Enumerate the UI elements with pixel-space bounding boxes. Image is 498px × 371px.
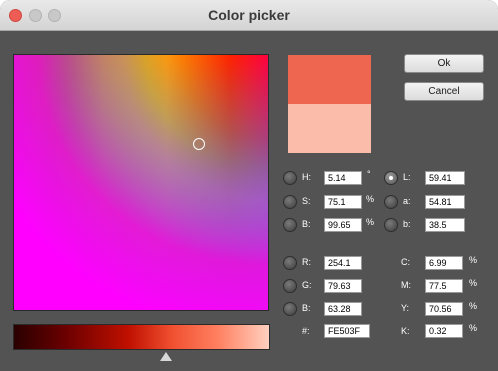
yellow-label: Y: xyxy=(401,303,410,313)
hue-label: H: xyxy=(302,172,311,182)
hex-field[interactable]: FE503F xyxy=(324,324,370,338)
b-channel-radio[interactable] xyxy=(384,218,398,232)
black-unit: % xyxy=(469,323,478,333)
color-picker-window: Color picker Ok Cancel H: 5.14 ° S: 75.1… xyxy=(0,0,498,371)
saturation-label: S: xyxy=(302,196,311,206)
hue-unit: ° xyxy=(367,169,371,179)
current-color-swatch xyxy=(288,104,371,153)
title-bar: Color picker xyxy=(0,0,498,31)
window-title: Color picker xyxy=(208,7,290,23)
color-field-tint xyxy=(14,55,268,310)
cyan-unit: % xyxy=(469,255,478,265)
brightness-radio[interactable] xyxy=(283,218,297,232)
saturation-unit: % xyxy=(366,194,375,204)
black-field[interactable]: 0.32 xyxy=(425,324,463,338)
hue-field[interactable]: 5.14 xyxy=(324,171,362,185)
yellow-field[interactable]: 70.56 xyxy=(425,302,463,316)
blue-field[interactable]: 63.28 xyxy=(324,302,362,316)
a-channel-label: a: xyxy=(403,196,411,206)
color-field-cursor[interactable] xyxy=(193,138,205,150)
black-label: K: xyxy=(401,326,410,336)
magenta-unit: % xyxy=(469,278,478,288)
green-label: G: xyxy=(302,280,312,290)
blue-radio[interactable] xyxy=(283,302,297,316)
slider-thumb-icon[interactable] xyxy=(160,352,172,361)
red-radio[interactable] xyxy=(283,256,297,270)
lightness-slider[interactable] xyxy=(13,324,270,350)
red-label: R: xyxy=(302,257,311,267)
brightness-field[interactable]: 99.65 xyxy=(324,218,362,232)
saturation-field[interactable]: 75.1 xyxy=(324,195,362,209)
magenta-field[interactable]: 77.5 xyxy=(425,279,463,293)
cyan-label: C: xyxy=(401,257,410,267)
red-field[interactable]: 254.1 xyxy=(324,256,362,270)
color-field[interactable] xyxy=(13,54,269,311)
saturation-radio[interactable] xyxy=(283,195,297,209)
cancel-button[interactable]: Cancel xyxy=(404,82,484,101)
lightness-radio[interactable] xyxy=(384,171,398,185)
a-channel-field[interactable]: 54.81 xyxy=(425,195,465,209)
yellow-unit: % xyxy=(469,301,478,311)
a-channel-radio[interactable] xyxy=(384,195,398,209)
b-channel-field[interactable]: 38.5 xyxy=(425,218,465,232)
lightness-field[interactable]: 59.41 xyxy=(425,171,465,185)
brightness-unit: % xyxy=(366,217,375,227)
magenta-label: M: xyxy=(401,280,411,290)
b-channel-label: b: xyxy=(403,219,411,229)
ok-button[interactable]: Ok xyxy=(404,54,484,73)
hex-label: #: xyxy=(302,326,310,336)
brightness-label: B: xyxy=(302,219,311,229)
lightness-label: L: xyxy=(403,172,411,182)
green-radio[interactable] xyxy=(283,279,297,293)
green-field[interactable]: 79.63 xyxy=(324,279,362,293)
new-color-swatch xyxy=(288,55,371,104)
cyan-field[interactable]: 6.99 xyxy=(425,256,463,270)
hue-radio[interactable] xyxy=(283,171,297,185)
blue-label: B: xyxy=(302,303,311,313)
